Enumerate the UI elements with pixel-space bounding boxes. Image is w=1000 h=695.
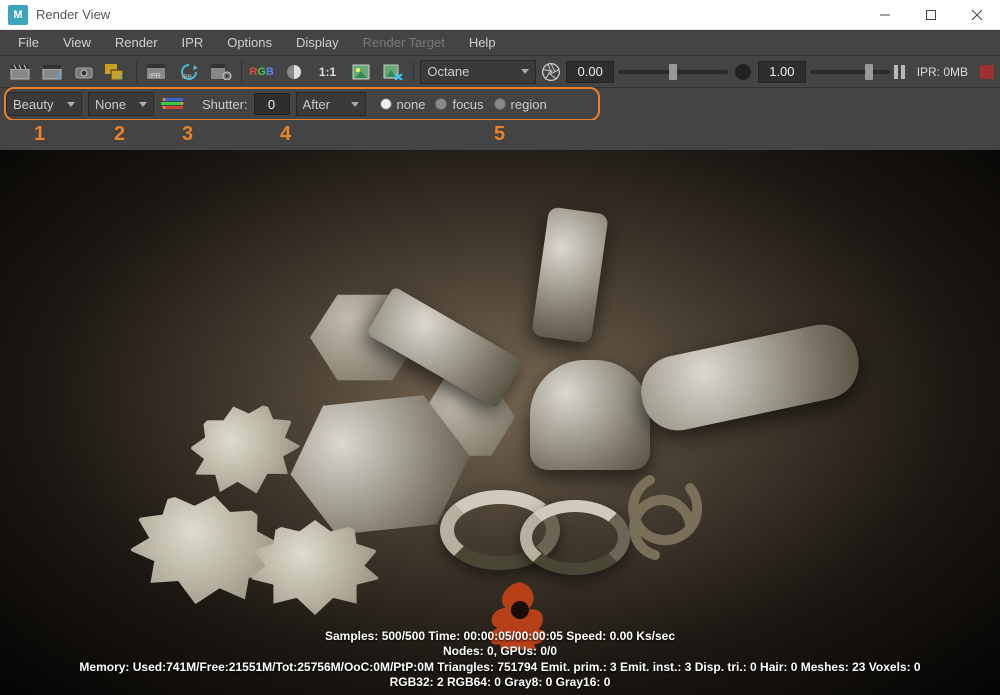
stats-line-3: Memory: Used:741M/Free:21551M/Tot:25756M… (0, 660, 1000, 676)
shutter-timing-dropdown[interactable]: After (296, 92, 366, 116)
rendered-image (0, 150, 1000, 695)
render-stats-overlay: Samples: 500/500 Time: 00:00:05/00:00:05… (0, 629, 1000, 691)
close-button[interactable] (954, 0, 1000, 30)
shutter-label: Shutter: (202, 97, 248, 112)
annotation-3: 3 (182, 123, 193, 146)
render-layer-label: None (95, 97, 135, 112)
ipr-refresh-icon[interactable]: IPR (175, 60, 203, 84)
chevron-down-icon (67, 102, 75, 107)
chevron-down-icon (521, 69, 529, 74)
main-toolbar: S S IPR IPR RGB 1:1 Octane 0.00 1.00 (0, 56, 1000, 88)
radio-dot-icon (494, 98, 506, 110)
shutter-value-field[interactable]: 0 (254, 93, 290, 115)
menu-display[interactable]: Display (284, 30, 351, 56)
minimize-button[interactable] (862, 0, 908, 30)
exposure-value-field[interactable]: 0.00 (566, 61, 614, 83)
render-layer-dropdown[interactable]: None (88, 92, 154, 116)
clapper-frame-icon[interactable]: S (38, 60, 66, 84)
menu-view[interactable]: View (51, 30, 103, 56)
shutter-timing-label: After (303, 97, 347, 112)
annotation-2: 2 (114, 123, 125, 146)
radio-region[interactable]: region (494, 97, 547, 112)
chevron-down-icon (139, 102, 147, 107)
radio-none-label: none (397, 97, 426, 112)
one-to-one-button[interactable]: 1:1 (312, 60, 344, 84)
svg-text:IPR: IPR (182, 75, 193, 81)
render-pass-label: Beauty (13, 97, 63, 112)
pause-icon[interactable] (894, 65, 905, 79)
menu-render[interactable]: Render (103, 30, 170, 56)
gamma-value-field[interactable]: 1.00 (758, 61, 806, 83)
radio-focus-label: focus (452, 97, 483, 112)
chevron-down-icon (351, 102, 359, 107)
secondary-toolbar: Beauty None Shutter: 0 After (0, 88, 1000, 120)
record-indicator-icon[interactable] (980, 65, 994, 79)
radio-dot-icon (435, 98, 447, 110)
clapper-icon[interactable] (6, 60, 34, 84)
exposure-slider[interactable] (618, 64, 728, 80)
secondary-toolbar-area: Beauty None Shutter: 0 After (0, 88, 1000, 120)
menubar: File View Render IPR Options Display Ren… (0, 30, 1000, 56)
app-icon: M (8, 5, 28, 25)
stats-line-4: RGB32: 2 RGB64: 0 Gray8: 0 Gray16: 0 (0, 675, 1000, 691)
radio-focus[interactable]: focus (435, 97, 483, 112)
menu-ipr[interactable]: IPR (170, 30, 216, 56)
pick-mode-radio-group: none focus region (380, 97, 547, 112)
radio-none[interactable]: none (380, 97, 426, 112)
display-image-icon[interactable] (348, 60, 376, 84)
titlebar: M Render View (0, 0, 1000, 30)
annotation-5: 5 (494, 123, 505, 146)
svg-text:IPR: IPR (149, 73, 161, 80)
ipr-options-icon[interactable] (207, 60, 235, 84)
gamma-slider[interactable] (810, 64, 890, 80)
renderer-dropdown-label: Octane (427, 64, 517, 79)
svg-text:S: S (56, 72, 61, 80)
contrast-icon[interactable] (280, 60, 308, 84)
annotation-numbers-row: 1 2 3 4 5 (0, 120, 1000, 150)
renderer-dropdown[interactable]: Octane (420, 60, 536, 84)
annotation-4: 4 (280, 123, 291, 146)
ipr-frame-icon[interactable]: IPR (143, 60, 171, 84)
menu-render-target: Render Target (351, 30, 457, 56)
lut-colorbar-icon[interactable] (160, 94, 186, 114)
render-pass-dropdown[interactable]: Beauty (6, 92, 82, 116)
menu-file[interactable]: File (6, 30, 51, 56)
ipr-status-label: IPR: 0MB (913, 65, 972, 79)
annotation-1: 1 (34, 123, 45, 146)
ipr-sequence-icon[interactable]: S (102, 60, 130, 84)
snapshot-icon[interactable] (70, 60, 98, 84)
stats-line-2: Nodes: 0, GPUs: 0/0 (0, 644, 1000, 660)
maximize-button[interactable] (908, 0, 954, 30)
stats-line-1: Samples: 500/500 Time: 00:00:05/00:00:05… (0, 629, 1000, 645)
remove-image-icon[interactable] (379, 60, 407, 84)
window-title: Render View (36, 7, 110, 22)
svg-text:S: S (118, 74, 123, 80)
aperture-icon[interactable] (540, 61, 562, 83)
exposure-icon[interactable] (732, 61, 754, 83)
menu-help[interactable]: Help (457, 30, 508, 56)
rgb-channel-icon[interactable]: RGB (248, 60, 276, 84)
render-viewport[interactable]: Samples: 500/500 Time: 00:00:05/00:00:05… (0, 150, 1000, 695)
radio-region-label: region (511, 97, 547, 112)
radio-dot-icon (380, 98, 392, 110)
menu-options[interactable]: Options (215, 30, 284, 56)
